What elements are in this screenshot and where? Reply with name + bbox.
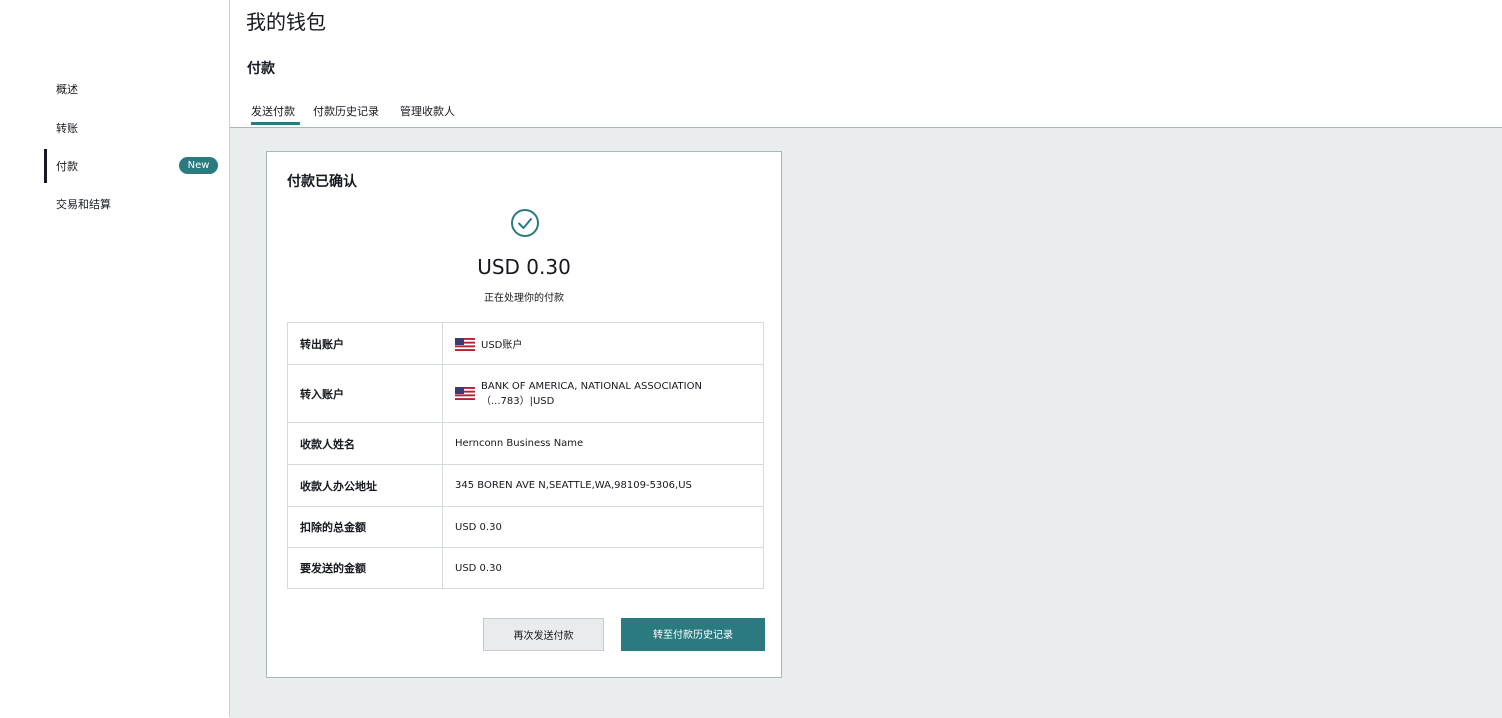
confirmation-card: 付款已确认 USD 0.30 正在处理你的付款 转出账户 USD账户 转入账户 — [266, 151, 782, 678]
page-title: 我的钱包 — [246, 10, 326, 34]
from-account-value: USD账户 — [481, 339, 523, 351]
section-title: 付款 — [247, 61, 275, 77]
row-value: 345 BOREN AVE N,SEATTLE,WA,98109-5306,US — [442, 464, 764, 507]
sidebar-item-transactions[interactable]: 交易和结算 — [56, 196, 111, 212]
table-row: 要发送的金额 USD 0.30 — [287, 547, 764, 589]
table-row: 收款人办公地址 345 BOREN AVE N,SEATTLE,WA,98109… — [287, 464, 764, 507]
tab-send-payment[interactable]: 发送付款 — [251, 103, 295, 119]
tab-payment-history[interactable]: 付款历史记录 — [313, 103, 379, 119]
row-label: 要发送的金额 — [287, 547, 443, 589]
row-label: 收款人办公地址 — [287, 464, 443, 507]
sidebar-item-payments[interactable]: 付款 — [56, 158, 78, 174]
table-row: 转入账户 BANK OF AMERICA, NATIONAL ASSOCIATI… — [287, 364, 764, 423]
payment-amount: USD 0.30 — [477, 255, 571, 279]
row-value: USD账户 — [442, 322, 764, 365]
table-row: 收款人姓名 Hernconn Business Name — [287, 422, 764, 465]
table-row: 扣除的总金额 USD 0.30 — [287, 506, 764, 548]
row-label: 扣除的总金额 — [287, 506, 443, 548]
sidebar-active-indicator — [44, 149, 47, 183]
row-label: 转入账户 — [287, 364, 443, 423]
payment-details-table: 转出账户 USD账户 转入账户 BANK OF AMERICA, NATIONA… — [287, 322, 764, 589]
us-flag-icon — [455, 387, 475, 400]
row-value: BANK OF AMERICA, NATIONAL ASSOCIATION （.… — [442, 364, 764, 423]
row-label: 收款人姓名 — [287, 422, 443, 465]
row-value: USD 0.30 — [442, 547, 764, 589]
sidebar-item-transfer[interactable]: 转账 — [56, 120, 78, 136]
go-to-history-button[interactable]: 转至付款历史记录 — [621, 618, 765, 651]
active-tab-underline — [251, 122, 300, 125]
check-circle-icon — [511, 209, 539, 237]
row-value: USD 0.30 — [442, 506, 764, 548]
row-label: 转出账户 — [287, 322, 443, 365]
us-flag-icon — [455, 338, 475, 352]
to-account-bank: BANK OF AMERICA, NATIONAL ASSOCIATION — [481, 380, 702, 392]
sidebar-item-overview[interactable]: 概述 — [56, 81, 78, 97]
send-again-button[interactable]: 再次发送付款 — [483, 618, 604, 651]
table-row: 转出账户 USD账户 — [287, 322, 764, 365]
new-badge: New — [179, 157, 218, 174]
card-title: 付款已确认 — [287, 174, 357, 190]
payment-status: 正在处理你的付款 — [484, 293, 564, 304]
to-account-number: （...783）|USD — [481, 395, 555, 407]
tab-manage-payees[interactable]: 管理收款人 — [400, 103, 455, 119]
sidebar: 概述 转账 付款 New 交易和结算 — [0, 0, 229, 717]
row-value: Hernconn Business Name — [442, 422, 764, 465]
